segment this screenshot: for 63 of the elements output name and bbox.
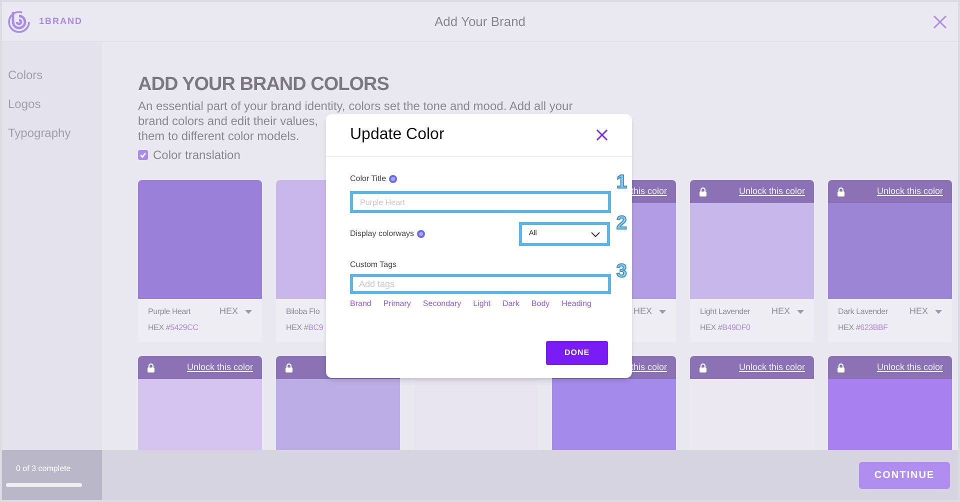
step-number: 2 — [616, 214, 627, 233]
tags-input[interactable]: Add tags — [350, 274, 611, 294]
step-number: 1 — [616, 173, 627, 192]
color-card[interactable]: Unlock this color — [828, 356, 952, 450]
continue-button[interactable]: CONTINUE — [859, 462, 950, 488]
color-card[interactable]: Unlock this color — [690, 356, 814, 450]
caret-icon — [659, 310, 666, 314]
color-name: Dark Lavender — [838, 306, 888, 318]
info-icon — [417, 230, 426, 238]
format-dropdown[interactable]: HEX — [219, 305, 252, 319]
field-label: Display colorways — [350, 228, 414, 240]
description-text: brand colors and edit their values, — [138, 114, 318, 129]
caret-icon — [245, 310, 252, 314]
done-button[interactable]: DONE — [546, 341, 608, 365]
hex-value: HEX #BC9 — [286, 322, 324, 334]
logo-text: 1BRAND — [39, 14, 83, 28]
close-button[interactable] — [596, 129, 608, 141]
lock-icon — [837, 186, 845, 196]
tag-link[interactable]: Primary — [383, 298, 411, 310]
format-dropdown[interactable]: HEX — [909, 305, 942, 319]
description-text: An essential part of your brand identity, colors set the tone and mood. Add all your — [138, 99, 573, 114]
lock-icon — [147, 362, 155, 372]
sidebar-item[interactable]: Logos — [8, 95, 102, 114]
sidebar-item[interactable]: Typography — [8, 124, 102, 143]
color-card[interactable]: Purple Heart HEX HEX #5429CC — [138, 180, 262, 342]
checkbox-label: Color translation — [153, 147, 240, 164]
description-text: them to different color models. — [138, 129, 300, 144]
sidebar-item[interactable]: Colors — [8, 66, 102, 85]
field-label: Color Title — [350, 173, 386, 185]
tag-link[interactable]: Body — [531, 298, 550, 310]
caret-icon — [797, 310, 804, 314]
tag-link[interactable]: Brand — [350, 298, 372, 310]
step-number: 3 — [616, 262, 627, 281]
dialog-title: Add Your Brand — [434, 12, 526, 31]
checkbox[interactable] — [138, 150, 148, 160]
color-name: Biloba Flo — [286, 306, 320, 318]
modal-title: Update Color — [350, 125, 444, 145]
color-name: Purple Heart — [148, 306, 191, 318]
lock-icon — [699, 186, 707, 196]
caret-icon — [935, 310, 942, 314]
lock-icon — [837, 362, 845, 372]
hex-value: HEX #B49DF0 — [700, 322, 750, 334]
logo-icon — [7, 10, 31, 34]
format-dropdown[interactable]: HEX — [771, 305, 804, 319]
color-title-input[interactable]: Purple Heart — [350, 191, 611, 213]
color-card[interactable]: Unlock this color Dark Lavender HEX HEX #623BBF — [828, 180, 952, 342]
info-icon — [389, 175, 398, 183]
progress-text: 0 of 3 complete — [16, 463, 71, 475]
tag-link[interactable]: Secondary — [422, 298, 462, 310]
lock-icon — [285, 362, 293, 372]
tag-link[interactable]: Heading — [562, 298, 592, 310]
color-name: Light Lavender — [700, 306, 750, 318]
field-label: Custom Tags — [350, 259, 397, 271]
chevron-icon — [591, 232, 600, 236]
section-heading: ADD YOUR BRAND COLORS — [138, 74, 389, 96]
tag-link[interactable]: Light — [473, 298, 491, 310]
color-card[interactable]: Unlock this color Light Lavender HEX HEX #B49DF0 — [690, 180, 814, 342]
tag-link[interactable]: Dark — [502, 298, 520, 310]
color-card[interactable]: Unlock this color — [138, 356, 262, 450]
format-dropdown[interactable]: HEX — [633, 305, 666, 319]
hex-value: HEX #623BBF — [838, 322, 888, 334]
hex-value: HEX #5429CC — [148, 322, 198, 334]
lock-icon — [699, 362, 707, 372]
